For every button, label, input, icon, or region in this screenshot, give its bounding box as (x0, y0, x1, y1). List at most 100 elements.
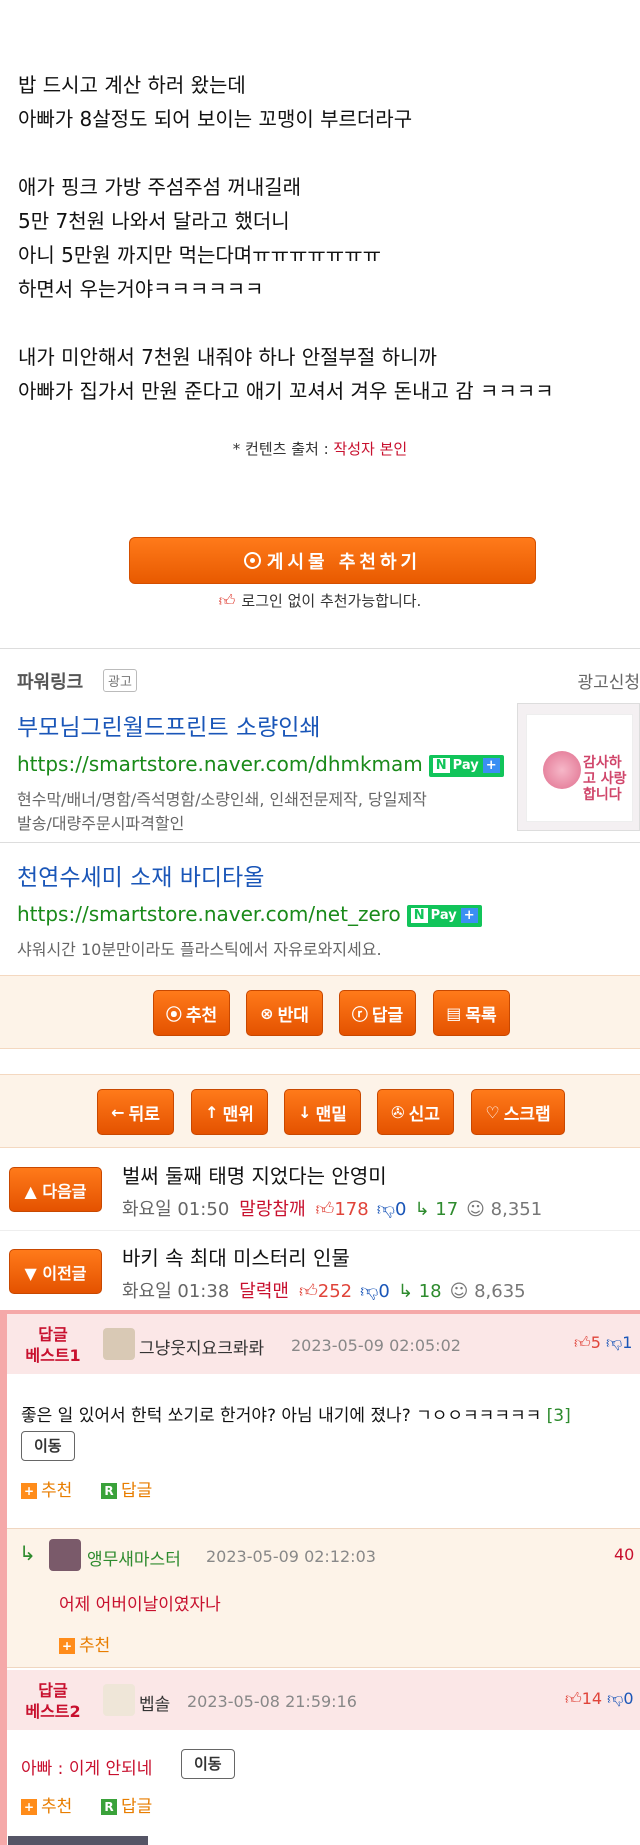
comment-recommend-button[interactable]: + 추천 (21, 1476, 72, 1501)
post-author[interactable]: 달력맨 (239, 1281, 289, 1302)
next-post-title[interactable]: 벌써 둘째 태명 지었다는 안영미 (122, 1160, 387, 1189)
vote-recommend-button[interactable]: ⦿ 추천 (153, 990, 230, 1036)
comment-date: 2023-05-09 02:05:02 (291, 1336, 461, 1355)
nav-label: 맨밑 (315, 1104, 347, 1125)
prev-post-title[interactable]: 바키 속 최대 미스터리 인물 (122, 1242, 350, 1271)
ad-url-link[interactable]: https://smartstore.naver.com/dhmkmam N Pay… (17, 752, 504, 777)
ad-desc-line: 샤워시간 10분만이라도 플라스틱에서 자유로와지세요. (17, 940, 382, 959)
post-time: 화요일 01:38 (122, 1281, 230, 1302)
move-button[interactable]: 이동 (181, 1749, 235, 1779)
post-meta: 화요일 01:38 달력맨 👍︎252 👎︎0 ↳ 18 ☺ 8,635 (122, 1277, 526, 1303)
ad-image-text: 감사하고 사랑합니다 (583, 755, 627, 803)
article-body: 밥 드시고 계산 하러 왔는데 아빠가 8살정도 되어 보이는 꼬맹이 부르더라… (18, 68, 618, 408)
divider (0, 648, 640, 649)
ad-title-link[interactable]: 천연수세미 소재 바디타올 (17, 858, 264, 892)
article-line: 애가 핑크 가방 주섬주섬 꺼내길래 (18, 175, 302, 199)
thumbs-down-icon: 👎︎ (602, 1689, 624, 1708)
report-button[interactable]: ✇ 신고 (377, 1089, 454, 1135)
comment-date: 2023-05-08 21:59:16 (187, 1692, 357, 1711)
comment-author[interactable]: 그냥웃지요크롸롸 (139, 1334, 264, 1359)
nav-label: 뒤로 (128, 1104, 160, 1125)
comment-text: 아빠 : 이게 안되네 (21, 1759, 153, 1779)
nav-label: 신고 (408, 1104, 440, 1125)
source-author: 작성자 본인 (333, 440, 408, 458)
plus-icon: + (59, 1638, 75, 1654)
comment-votes: 40 (614, 1545, 635, 1564)
comment-recommend-button[interactable]: + 추천 (59, 1631, 110, 1656)
avatar (103, 1328, 135, 1360)
vote-reply-button[interactable]: ⓡ 답글 (339, 990, 416, 1036)
plus-icon: + (21, 1483, 37, 1499)
arrow-down-icon: ↓ (298, 1102, 312, 1122)
comment-text: 좋은 일 있어서 한턱 쏘기로 한거야? 아님 내기에 졌나? ㄱㅇㅇㅋㅋㅋㅋㅋ… (21, 1406, 571, 1426)
post-recommend-button[interactable]: 게시물 추천하기 (129, 537, 536, 584)
target-icon: ⦿ (165, 1005, 182, 1024)
article-line: 하면서 우는거야ㅋㅋㅋㅋㅋㅋ (18, 277, 264, 301)
move-button[interactable]: 이동 (21, 1431, 75, 1461)
comment-author[interactable]: 벱솔 (139, 1690, 170, 1715)
comment-author[interactable]: 앵무새마스터 (87, 1545, 181, 1570)
ad-badge: 광고 (103, 669, 137, 692)
arrow-up-icon: ↑ (205, 1102, 219, 1122)
thumbs-up-icon: 👍︎ (218, 591, 236, 610)
list-icon: ▤ (446, 1003, 462, 1023)
comment-votes: 👍︎5 👎︎1 (574, 1333, 633, 1352)
downvote-count: 👎︎0 (360, 1281, 390, 1302)
vote-label: 추천 (185, 1005, 218, 1026)
source-label: * 컨텐츠 출처 : (232, 440, 334, 458)
next-thumbnail (8, 1836, 148, 1845)
comment-recommend-button[interactable]: + 추천 (21, 1792, 72, 1817)
divider (0, 1230, 640, 1231)
comment-header: 답글 베스트1 그냥웃지요크롸롸 2023-05-09 02:05:02 👍︎5… (7, 1314, 640, 1374)
thumbs-down-icon: 👎︎ (600, 1333, 623, 1352)
avatar (49, 1539, 81, 1571)
plus-icon: + (21, 1799, 37, 1815)
comment-reply-button[interactable]: R 답글 (101, 1476, 152, 1501)
content-source: * 컨텐츠 출처 : 작성자 본인 (0, 438, 640, 459)
post-meta: 화요일 01:50 말랑참깨 👍︎178 👎︎0 ↳ 17 ☺ 8,351 (122, 1195, 542, 1221)
vote-oppose-button[interactable]: ⊗ 반대 (246, 990, 323, 1036)
article-line: 아빠가 8살정도 되어 보이는 꼬맹이 부르더라구 (18, 107, 413, 131)
scrap-button[interactable]: ♡ 스크랩 (471, 1089, 565, 1135)
post-time: 화요일 01:50 (122, 1199, 230, 1220)
ad-description: 현수막/배너/명함/즉석명함/소량인쇄, 인쇄전문제작, 당일제작 발송/대량주… (17, 788, 427, 836)
prev-post-button[interactable]: ▼ 이전글 (9, 1249, 102, 1294)
flower-icon (543, 751, 581, 789)
ad-thumbnail[interactable]: 감사하고 사랑합니다 (517, 703, 640, 831)
vote-label: 목록 (465, 1005, 497, 1026)
view-count: ☺ 8,351 (466, 1199, 543, 1220)
next-post-button[interactable]: ▲ 다음글 (9, 1167, 102, 1212)
comment-text: 어제 어버이날이였자나 (59, 1595, 221, 1615)
vote-bar: ⦿ 추천 ⊗ 반대 ⓡ 답글 ▤ 목록 (0, 975, 640, 1049)
prev-post-row[interactable]: ▼ 이전글 바키 속 최대 미스터리 인물 화요일 01:38 달력맨 👍︎252 👎… (0, 1232, 640, 1314)
powerlink-title: 파워링크 (17, 672, 84, 693)
next-post-row[interactable]: ▲ 다음글 벌써 둘째 태명 지었다는 안영미 화요일 01:50 말랑참깨 👍︎1… (0, 1150, 640, 1232)
ad-apply-link[interactable]: 광고신청 (577, 668, 640, 693)
vote-list-button[interactable]: ▤ 목록 (433, 990, 510, 1036)
best-label: 답글 베스트1 (25, 1325, 81, 1365)
ad-url-link[interactable]: https://smartstore.naver.com/net_zero N Pa… (17, 902, 482, 927)
recommend-button-label: 게시물 추천하기 (266, 551, 422, 573)
ad-card: 감사하고 사랑합니다 (526, 714, 633, 822)
back-button[interactable]: ← 뒤로 (97, 1089, 174, 1135)
reply-icon: R (101, 1483, 117, 1499)
reply-icon: R (101, 1799, 117, 1815)
reply-count: ↳ 18 (397, 1281, 442, 1302)
target-icon (243, 552, 261, 569)
ad-title-link[interactable]: 부모님그린월드프린트 소량인쇄 (17, 708, 321, 742)
reply-arrow-icon: ↳ (19, 1541, 36, 1565)
comment-date: 2023-05-09 02:12:03 (206, 1547, 376, 1566)
reply-icon: ⓡ (351, 1005, 368, 1024)
bottom-button[interactable]: ↓ 맨밑 (284, 1089, 361, 1135)
reply-count: ↳ 17 (414, 1199, 459, 1220)
post-author[interactable]: 말랑참깨 (239, 1199, 305, 1220)
naver-pay-badge: N Pay + (428, 754, 504, 777)
top-button[interactable]: ↑ 맨위 (191, 1089, 268, 1135)
comment-reply-button[interactable]: R 답글 (101, 1792, 152, 1817)
nav-bar: ← 뒤로 ↑ 맨위 ↓ 맨밑 ✇ 신고 ♡ 스크랩 (0, 1074, 640, 1148)
best-label: 답글 베스트2 (25, 1681, 81, 1721)
naver-pay-badge: N Pay + (406, 904, 482, 927)
downvote-count: 👎︎0 (376, 1199, 407, 1220)
ad-desc-line: 현수막/배너/명함/즉석명함/소량인쇄, 인쇄전문제작, 당일제작 (17, 790, 427, 809)
report-icon: ✇ (391, 1102, 405, 1122)
